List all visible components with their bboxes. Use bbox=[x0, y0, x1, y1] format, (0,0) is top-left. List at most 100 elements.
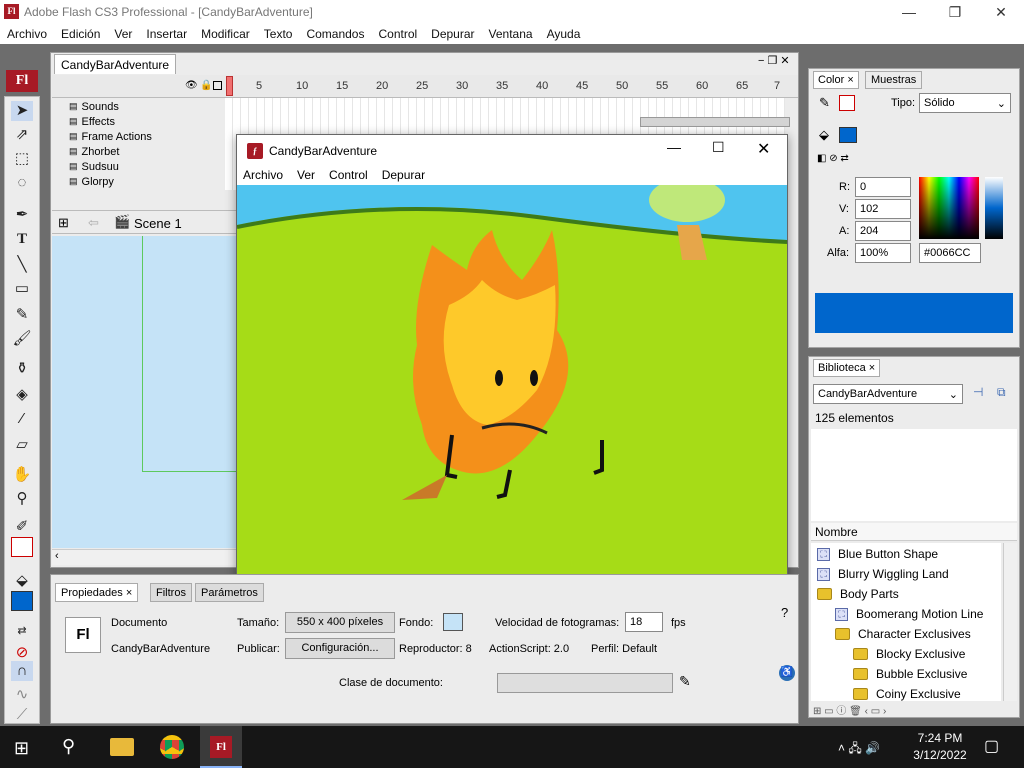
animation-canvas[interactable] bbox=[237, 185, 787, 585]
smooth-icon[interactable]: ∿ bbox=[11, 685, 33, 705]
flash-taskbar-button[interactable]: Fl bbox=[200, 726, 242, 768]
no-color-icon[interactable]: ⊘ bbox=[11, 643, 33, 663]
tab-biblioteca[interactable]: Biblioteca × bbox=[813, 359, 881, 377]
tab-muestras[interactable]: Muestras bbox=[865, 71, 923, 89]
line-tool-icon[interactable]: ╲ bbox=[11, 255, 33, 275]
pin-library-icon[interactable]: ⊣ bbox=[973, 385, 983, 399]
lock-icon[interactable]: 🔒 bbox=[200, 80, 212, 91]
menu-depurar[interactable]: Depurar bbox=[431, 27, 474, 41]
close-button[interactable]: ✕ bbox=[978, 0, 1024, 24]
player-minimize-button[interactable]: — bbox=[667, 139, 681, 155]
r-input[interactable]: 0 bbox=[855, 177, 911, 197]
minimize-button[interactable]: — bbox=[886, 0, 932, 24]
fill-swatch[interactable] bbox=[11, 591, 33, 611]
layer-row[interactable]: ▤ Zhorbet bbox=[53, 144, 223, 159]
stage-area[interactable] bbox=[52, 236, 237, 548]
eye-icon[interactable]: 👁 bbox=[185, 80, 198, 91]
pen-tool-icon[interactable]: ✒ bbox=[11, 205, 33, 225]
ink-bottle-icon[interactable]: ⚱ bbox=[11, 359, 33, 379]
library-item[interactable]: Bubble Exclusive bbox=[813, 664, 999, 684]
menu-ayuda[interactable]: Ayuda bbox=[547, 27, 581, 41]
menu-control[interactable]: Control bbox=[378, 27, 417, 41]
fill-bucket-icon[interactable]: ⬙ bbox=[819, 127, 829, 143]
tab-filtros[interactable]: Filtros bbox=[150, 583, 192, 602]
layer-row[interactable]: ▤ Frame Actions bbox=[53, 129, 223, 144]
fill-color-icon[interactable]: ⬙ bbox=[11, 571, 33, 591]
library-item[interactable]: ⛶ Boomerang Motion Line bbox=[813, 604, 999, 624]
fill-swatch-panel[interactable] bbox=[839, 127, 857, 143]
stroke-pencil-icon[interactable]: ✎ bbox=[819, 95, 830, 111]
player-close-button[interactable]: ✕ bbox=[757, 139, 770, 159]
clock-date[interactable]: 3/12/2022 bbox=[900, 748, 980, 762]
eyedropper-icon[interactable]: ⁄ bbox=[11, 409, 33, 429]
layer-row[interactable]: ▤ Glorpy bbox=[53, 174, 223, 189]
restore-button[interactable]: ❐ bbox=[932, 0, 978, 24]
brush-icon[interactable]: 🖌 bbox=[11, 329, 33, 349]
stroke-none-swatch[interactable] bbox=[839, 95, 855, 111]
library-item[interactable]: Blocky Exclusive bbox=[813, 644, 999, 664]
library-item[interactable]: Coiny Exclusive bbox=[813, 684, 999, 704]
search-icon[interactable]: ⚲ bbox=[62, 736, 75, 757]
fps-input[interactable]: 18 bbox=[625, 612, 663, 632]
help-icon[interactable]: ? bbox=[781, 605, 788, 620]
menu-comandos[interactable]: Comandos bbox=[306, 27, 364, 41]
swap-icons[interactable]: ◧ ⊘ ⇄ bbox=[817, 153, 849, 164]
notification-icon[interactable]: ▢ bbox=[984, 736, 999, 756]
type-select[interactable]: Sólido ⌄ bbox=[919, 93, 1011, 113]
hand-tool-icon[interactable]: ✋ bbox=[11, 465, 33, 485]
rectangle-tool-icon[interactable]: ▭ bbox=[11, 279, 33, 299]
timeline-toggle-icon[interactable]: ⊞ bbox=[58, 215, 69, 231]
lasso-icon[interactable]: ◌ bbox=[11, 173, 33, 193]
chrome-icon[interactable] bbox=[160, 735, 184, 759]
subselection-tool-icon[interactable]: ⇗ bbox=[11, 125, 33, 145]
system-tray-icons[interactable]: ˄ 🖧 🔊 bbox=[838, 739, 880, 760]
layer-row[interactable]: ▤ Sudsuu bbox=[53, 159, 223, 174]
stroke-color-icon[interactable]: ✐ bbox=[11, 517, 33, 537]
library-item[interactable]: Character Exclusives bbox=[813, 624, 999, 644]
menu-ver[interactable]: Ver bbox=[114, 27, 132, 41]
menu-ventana[interactable]: Ventana bbox=[489, 27, 533, 41]
menu-archivo[interactable]: Archivo bbox=[7, 27, 47, 41]
menu-texto[interactable]: Texto bbox=[264, 27, 293, 41]
windows-start-icon[interactable]: ⊞ bbox=[14, 738, 29, 759]
color-spectrum[interactable] bbox=[919, 177, 979, 239]
player-menu-depurar[interactable]: Depurar bbox=[382, 168, 425, 182]
outline-icon[interactable] bbox=[213, 81, 222, 90]
player-menu-ver[interactable]: Ver bbox=[297, 168, 315, 182]
tab-parametros[interactable]: Parámetros bbox=[195, 583, 264, 602]
swap-colors-icon[interactable]: ⇄ bbox=[11, 621, 33, 641]
back-arrow-icon[interactable]: ⇦ bbox=[88, 215, 99, 231]
library-item[interactable]: ⛶ Blurry Wiggling Land bbox=[813, 564, 999, 584]
brightness-slider[interactable] bbox=[985, 177, 1003, 239]
snap-magnet-icon[interactable]: ∩ bbox=[11, 661, 33, 681]
tab-color[interactable]: Color × bbox=[813, 71, 859, 89]
clock-time[interactable]: 7:24 PM bbox=[900, 731, 980, 745]
playhead[interactable] bbox=[226, 76, 233, 96]
library-item[interactable]: ⛶ Blue Button Shape bbox=[813, 544, 999, 564]
g-input[interactable]: 102 bbox=[855, 199, 911, 219]
zoom-tool-icon[interactable]: ⚲ bbox=[11, 489, 33, 509]
free-transform-icon[interactable]: ⬚ bbox=[11, 149, 33, 169]
player-menu-control[interactable]: Control bbox=[329, 168, 368, 182]
tween-span[interactable] bbox=[640, 117, 790, 127]
edit-class-icon[interactable]: ✎ bbox=[679, 673, 691, 690]
hex-input[interactable]: #0066CC bbox=[919, 243, 981, 263]
selection-tool-icon[interactable]: ➤ bbox=[11, 101, 33, 121]
menu-insertar[interactable]: Insertar bbox=[146, 27, 187, 41]
straighten-icon[interactable]: ⟋ bbox=[11, 705, 33, 725]
library-item[interactable]: Body Parts bbox=[813, 584, 999, 604]
bg-color-swatch[interactable] bbox=[443, 613, 463, 631]
layer-row[interactable]: ▤ Sounds bbox=[53, 99, 223, 114]
doc-window-controls[interactable]: − ❐ ✕ bbox=[758, 54, 790, 67]
pencil-icon[interactable]: ✎ bbox=[11, 305, 33, 325]
layer-row[interactable]: ▤ Effects bbox=[53, 114, 223, 129]
tab-propiedades[interactable]: Propiedades × bbox=[55, 583, 139, 602]
library-col-header[interactable]: Nombre bbox=[811, 523, 1017, 541]
menu-edicion[interactable]: Edición bbox=[61, 27, 100, 41]
horizontal-scrollbar[interactable]: ‹ bbox=[52, 549, 237, 565]
new-library-icon[interactable]: ⧉ bbox=[997, 385, 1006, 400]
paint-bucket-icon[interactable]: ◈ bbox=[11, 385, 33, 405]
accessibility-icon[interactable]: ♿ bbox=[779, 665, 795, 681]
library-scrollbar[interactable] bbox=[1003, 543, 1017, 701]
library-footer-icons[interactable]: ⊞ ▭ ⓘ 🗑 ‹ ▭ › bbox=[813, 702, 886, 717]
